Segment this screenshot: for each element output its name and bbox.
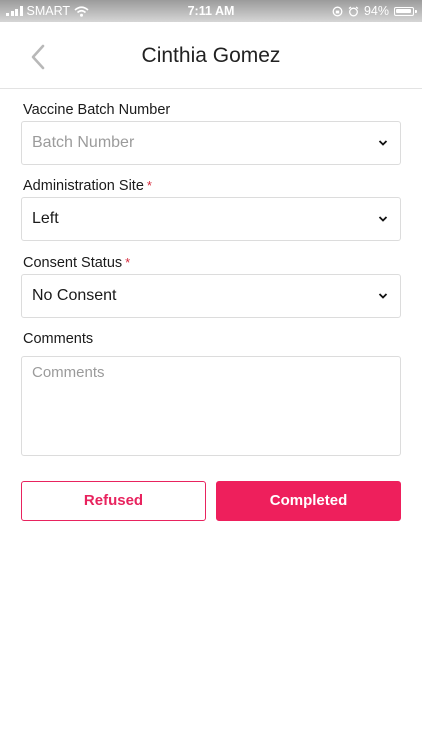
battery-percent: 94%: [363, 4, 389, 18]
comments-label-text: Comments: [23, 331, 94, 347]
consent-status-label: Consent Status *: [23, 255, 130, 271]
comments-label: Comments: [23, 331, 93, 347]
chevron-down-icon: [378, 140, 388, 146]
battery-icon: [394, 6, 417, 16]
consent-status-value: No Consent: [32, 287, 117, 304]
completed-button[interactable]: Completed: [216, 481, 401, 521]
administration-site-value: Left: [32, 210, 59, 227]
orientation-lock-icon: [332, 6, 343, 16]
administration-site-label-text: Administration Site: [23, 178, 144, 194]
required-mark: *: [146, 178, 152, 193]
comments-input[interactable]: [21, 356, 401, 456]
consent-status-select[interactable]: No Consent: [21, 274, 401, 318]
chevron-down-icon: [378, 216, 388, 222]
administration-site-select[interactable]: Left: [21, 197, 401, 241]
batch-number-placeholder: Batch Number: [32, 134, 135, 151]
batch-number-label-text: Vaccine Batch Number: [23, 102, 171, 118]
batch-number-label: Vaccine Batch Number: [23, 102, 170, 118]
chevron-down-icon: [378, 293, 388, 299]
refused-button[interactable]: Refused: [21, 481, 206, 521]
required-mark: *: [125, 255, 131, 270]
batch-number-select[interactable]: Batch Number: [21, 121, 401, 165]
status-bar: SMART 7:11 AM 94%: [0, 0, 422, 22]
nav-bar: Cinthia Gomez: [0, 22, 422, 89]
page-title: Cinthia Gomez: [141, 44, 281, 67]
alarm-icon: [348, 5, 359, 16]
administration-site-label: Administration Site *: [23, 178, 152, 194]
consent-status-label-text: Consent Status: [23, 255, 123, 271]
status-right: 94%: [332, 4, 417, 18]
